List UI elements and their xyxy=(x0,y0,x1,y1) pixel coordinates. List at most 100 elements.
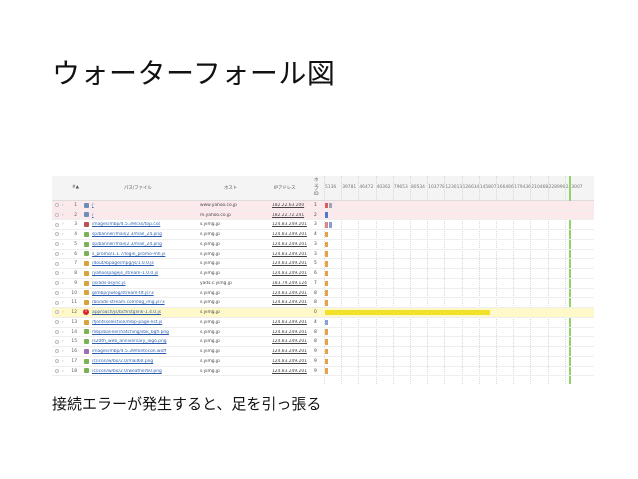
table-row[interactable]: › 4 sp/banner/mail/2.3/mail_24.png s.yimg.j… xyxy=(52,230,594,240)
row-select-radio[interactable] xyxy=(55,251,59,256)
row-select-radio[interactable] xyxy=(55,203,59,207)
expand-chevron-icon[interactable]: › xyxy=(62,359,64,364)
row-select-radio[interactable] xyxy=(55,339,59,344)
row-path-link[interactable]: images/mbp/4.5.39/css/top.css xyxy=(92,222,207,227)
row-ip-address[interactable]: 124.83.249.201 xyxy=(272,320,314,325)
row-ip-address[interactable]: 182.22.72.241 xyxy=(272,213,314,218)
row-select-radio[interactable] xyxy=(55,329,59,334)
row-ip-address[interactable]: 183.79.249.124 xyxy=(272,281,314,286)
row-path-link[interactable]: / xyxy=(92,203,207,208)
expand-chevron-icon[interactable]: › xyxy=(62,281,64,286)
row-select-radio[interactable] xyxy=(55,300,59,305)
row-select-radio[interactable] xyxy=(55,290,59,295)
row-ip-address[interactable]: 124.83.249.201 xyxy=(272,252,314,257)
row-ip-address[interactable]: 124.83.249.201 xyxy=(272,242,314,247)
row-select-radio[interactable] xyxy=(55,320,59,324)
row-path-link[interactable]: approach/js/bcfirstglink-1.4.0.js xyxy=(92,310,207,315)
expand-chevron-icon[interactable]: › xyxy=(62,369,64,374)
table-row[interactable]: › 16 images/mbp/4.5.39/font/icon.woff s.yim… xyxy=(52,347,594,357)
row-path-link[interactable]: /bo/ads-stream.com/log_img.js?3 xyxy=(92,300,207,305)
row-select-radio[interactable] xyxy=(55,212,59,217)
row-path-link[interactable]: images/mbp/4.5.39/font/icon.woff xyxy=(92,349,207,354)
table-row[interactable]: › 12! approach/js/bcfirstglink-1.4.0.js s.y… xyxy=(52,308,594,318)
table-row[interactable]: › 3 images/mbp/4.5.39/css/top.css s.yimg.jp… xyxy=(52,221,594,231)
expand-chevron-icon[interactable]: › xyxy=(62,252,64,257)
expand-chevron-icon[interactable]: › xyxy=(62,271,64,276)
row-path-link[interactable]: /c/icon/w/bo/2.0/weather60.png xyxy=(92,369,207,374)
expand-chevron-icon[interactable]: › xyxy=(62,222,64,227)
row-ip-address[interactable]: 124.83.249.201 xyxy=(272,359,314,364)
row-path-link[interactable]: /js/ads-async.js xyxy=(92,281,207,286)
table-row[interactable]: › 2/m.yahoo.co.jp 182.22.72.241 2 xyxy=(52,210,594,221)
row-ip-address[interactable]: 124.83.249.201 xyxy=(272,222,314,227)
row-path-link[interactable]: /c/icon/w/bo/2.0/mail60.png xyxy=(92,359,207,364)
expand-chevron-icon[interactable]: › xyxy=(62,213,64,218)
row-path-link[interactable]: / xyxy=(92,213,207,218)
row-select-radio[interactable] xyxy=(55,349,59,354)
table-row[interactable]: › 8/yahoo/pagejs_stream-1.0.0.js s.yimg.jp… xyxy=(52,269,594,279)
font-icon xyxy=(84,348,89,354)
expand-chevron-icon[interactable]: › xyxy=(62,291,64,296)
row-select-radio[interactable] xyxy=(55,359,59,363)
expand-chevron-icon[interactable]: › xyxy=(62,310,64,315)
row-select-radio[interactable] xyxy=(55,271,59,276)
row-path-link[interactable]: sp/banner/mail/2.3/mail_24.png xyxy=(92,232,207,237)
table-row[interactable]: › 10 g/mbp/ywlog/stream-tlt.js?3 s.yimg.jp 1… xyxy=(52,289,594,299)
row-ip-address[interactable]: 124.83.249.201 xyxy=(272,330,314,335)
row-path-link[interactable]: /yahoo/pagejs_stream-1.0.0.js xyxy=(92,271,207,276)
expand-chevron-icon[interactable]: › xyxy=(62,330,64,335)
column-header-host[interactable]: ホスト xyxy=(224,185,237,191)
row-path-link[interactable]: /s20th_web_anniversary_logo.png xyxy=(92,339,207,344)
row-path-link[interactable]: g/mbp/ywlog/stream-tlt.js?3 xyxy=(92,291,207,296)
row-path-link[interactable]: /dout/ibpage/mpg/js/1.0.0.js xyxy=(92,261,207,266)
expand-chevron-icon[interactable]: › xyxy=(62,203,64,208)
table-row[interactable]: › 5 sp/banner/mail/2.3/mail_24.png s.yimg.j… xyxy=(52,240,594,250)
expand-chevron-icon[interactable]: › xyxy=(62,232,64,237)
expand-chevron-icon[interactable]: › xyxy=(62,320,64,325)
row-path-link[interactable]: sp/banner/mail/2.3/mail_24.png xyxy=(92,242,207,247)
row-number: 7 xyxy=(74,261,77,267)
row-ip-address[interactable]: 124.83.249.201 xyxy=(272,232,314,237)
row-ip-address[interactable]: 124.83.249.201 xyxy=(272,349,314,354)
timing-bar xyxy=(325,319,328,325)
expand-chevron-icon[interactable]: › xyxy=(62,349,64,354)
row-ip-address[interactable]: 182.22.63.200 xyxy=(272,203,314,208)
globe-icon xyxy=(84,212,89,218)
row-select-radio[interactable] xyxy=(55,222,59,227)
expand-chevron-icon[interactable]: › xyxy=(62,300,64,305)
column-header-ip[interactable]: IPアドレス xyxy=(274,185,296,191)
table-row[interactable]: › 7/dout/ibpage/mpg/js/1.0.0.js s.yimg.jp 1… xyxy=(52,260,594,270)
expand-chevron-icon[interactable]: › xyxy=(62,339,64,344)
row-ip-address[interactable]: 124.83.249.201 xyxy=(272,291,314,296)
row-select-radio[interactable] xyxy=(55,242,59,246)
table-row[interactable]: › 13/fjontsselection/mbp-page-list.js s.yi… xyxy=(52,318,594,328)
row-path-link[interactable]: /fjontsselection/mbp-page-list.js xyxy=(92,320,207,325)
row-ip-address[interactable]: 124.83.249.201 xyxy=(272,339,314,344)
table-row[interactable]: › 15/s20th_web_anniversary_logo.png s.yimg… xyxy=(52,338,594,348)
table-row[interactable]: › 6 s_promo/1.1.7/login_promo-mh.js s.yimg.… xyxy=(52,250,594,260)
row-hop-id: 7 xyxy=(314,280,317,286)
table-row[interactable]: › 11/bo/ads-stream.com/log_img.js?3 s.yimg… xyxy=(52,299,594,309)
row-path-link[interactable]: mbp/banner/hatching/sbk_bgfl.png xyxy=(92,330,207,335)
row-select-radio[interactable] xyxy=(55,310,59,315)
row-ip-address[interactable]: 124.83.249.201 xyxy=(272,300,314,305)
timing-bar xyxy=(325,300,328,306)
column-header-hop[interactable]: ホップID xyxy=(314,178,320,197)
row-path-link[interactable]: s_promo/1.1.7/login_promo-mh.js xyxy=(92,252,207,257)
row-ip-address[interactable]: 124.83.249.201 xyxy=(272,261,314,266)
row-select-radio[interactable] xyxy=(55,261,59,266)
row-select-radio[interactable] xyxy=(55,232,59,237)
table-row[interactable]: › 18/c/icon/w/bo/2.0/weather60.png s.yimg.… xyxy=(52,367,594,377)
expand-chevron-icon[interactable]: › xyxy=(62,261,64,266)
row-select-radio[interactable] xyxy=(55,368,59,373)
table-row[interactable]: › 1/www.yahoo.co.jp 182.22.63.200 1 xyxy=(52,201,594,211)
table-row[interactable]: › 9/js/ads-async.js yads.c.yimg.jp 183.79.2… xyxy=(52,279,594,289)
column-header-path[interactable]: パス/ファイル xyxy=(124,185,152,191)
row-select-radio[interactable] xyxy=(55,281,59,285)
expand-chevron-icon[interactable]: › xyxy=(62,242,64,247)
column-header-num[interactable]: #▲ xyxy=(72,185,79,190)
row-ip-address[interactable]: 124.83.249.201 xyxy=(272,271,314,276)
table-row[interactable]: › 14 mbp/banner/hatching/sbk_bgfl.png s.yim… xyxy=(52,328,594,338)
row-ip-address[interactable]: 124.83.249.201 xyxy=(272,369,314,374)
table-row[interactable]: › 17/c/icon/w/bo/2.0/mail60.png s.yimg.jp 1… xyxy=(52,357,594,367)
